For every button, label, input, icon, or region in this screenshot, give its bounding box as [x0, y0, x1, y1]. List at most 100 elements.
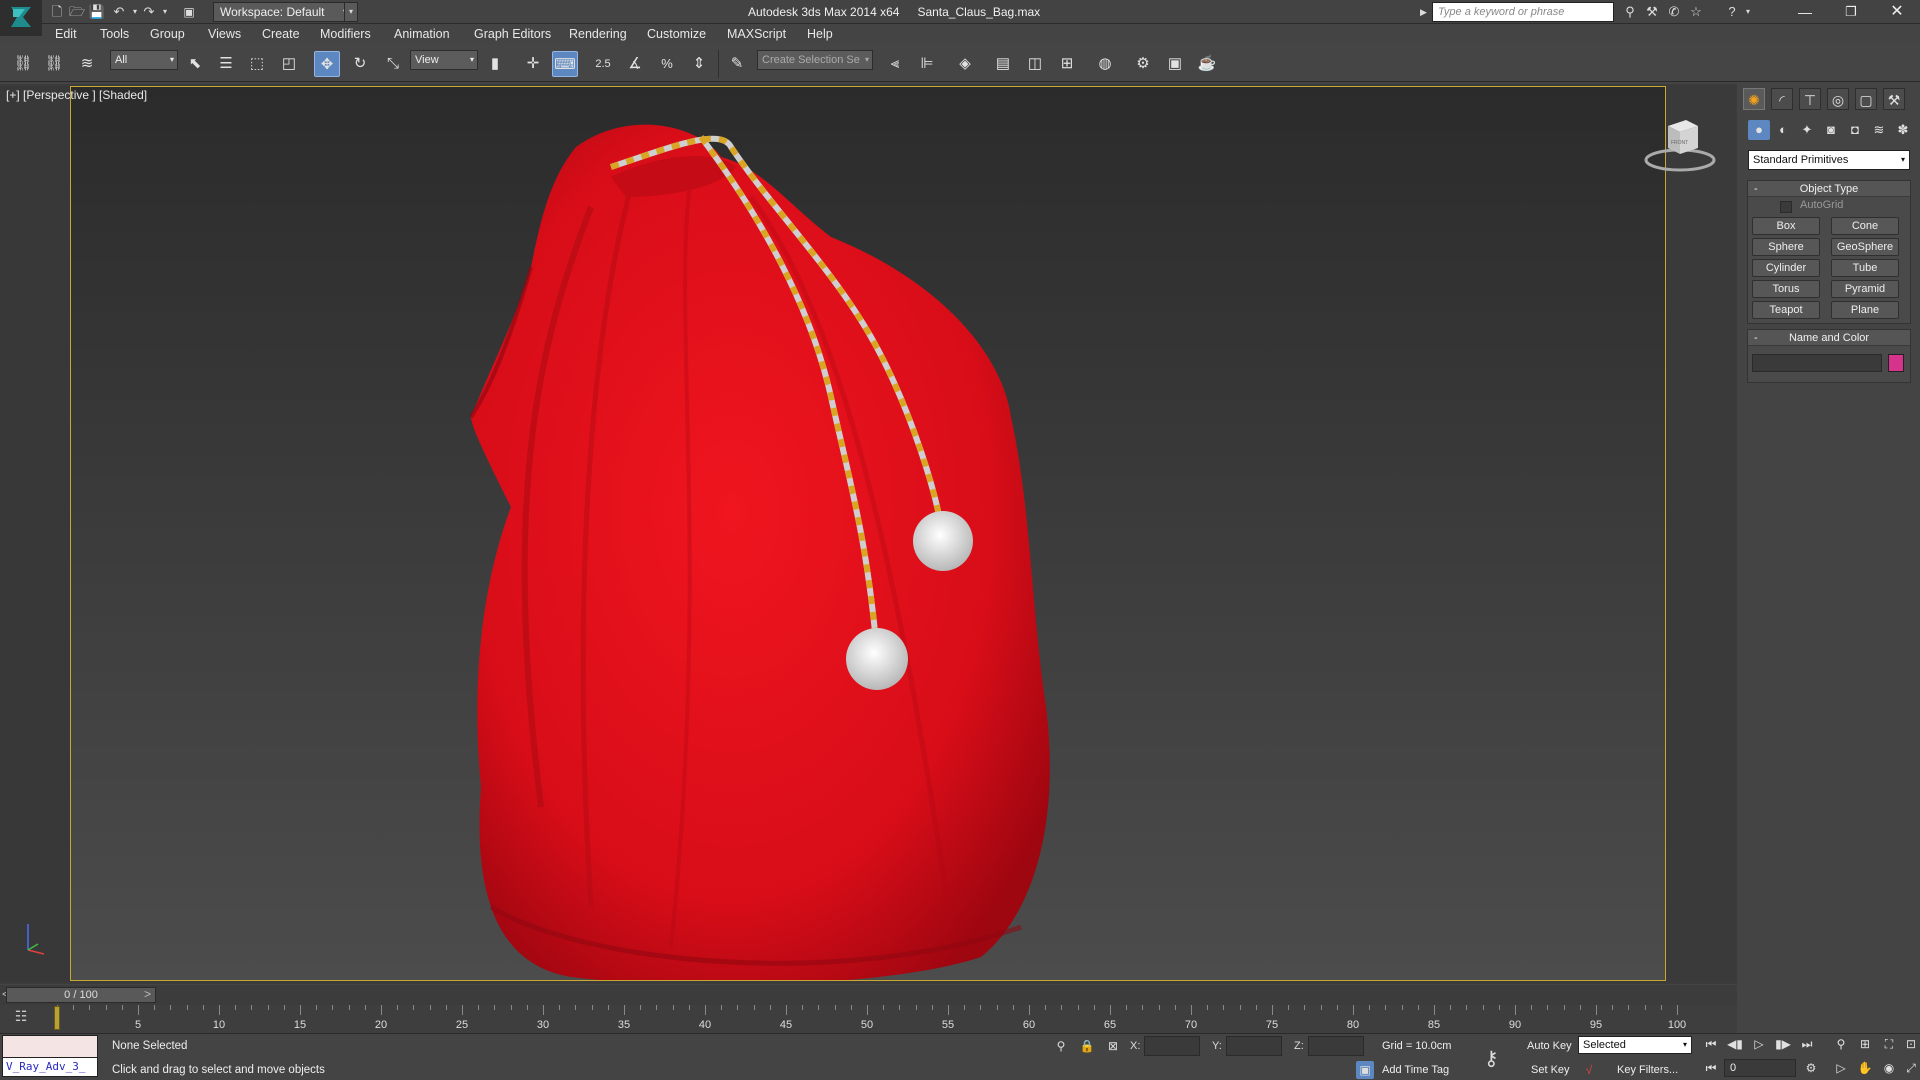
object-name-input[interactable] — [1752, 354, 1882, 372]
communication-center-icon[interactable]: ✆ — [1664, 3, 1684, 21]
named-selection-dropdown[interactable]: Create Selection Se ▾ — [757, 50, 873, 70]
display-tab-icon[interactable]: ▢ — [1855, 88, 1877, 110]
zoom-extents-icon[interactable]: ⛶ — [1878, 1034, 1900, 1054]
go-to-end-icon[interactable]: ⏭ — [1796, 1034, 1818, 1054]
help-search-input[interactable]: Type a keyword or phrase — [1432, 2, 1614, 22]
geometry-category-icon[interactable]: ● — [1748, 120, 1770, 140]
time-slider-thumb[interactable]: 0 / 100 — [6, 987, 156, 1003]
redo-dropdown-icon[interactable]: ▾ — [156, 3, 174, 21]
select-and-link-icon[interactable]: ⛓ — [10, 51, 36, 77]
zoom-icon[interactable]: ⚲ — [1830, 1034, 1852, 1054]
rendered-frame-window-icon[interactable]: ▣ — [1162, 51, 1188, 77]
menu-graph-editors[interactable]: Graph Editors — [474, 26, 551, 42]
helpers-category-icon[interactable]: ◘ — [1844, 120, 1866, 140]
select-and-manipulate-icon[interactable]: ✛ — [520, 51, 546, 77]
modify-tab-icon[interactable]: ◜ — [1771, 88, 1793, 110]
object-color-swatch[interactable] — [1888, 354, 1904, 372]
render-setup-icon[interactable]: ⚙ — [1130, 51, 1156, 77]
select-by-name-icon[interactable]: ☰ — [213, 51, 239, 77]
rectangular-selection-icon[interactable]: ⬚ — [244, 51, 270, 77]
name-and-color-rollout-header[interactable]: - Name and Color — [1748, 330, 1910, 346]
zoom-extents-all-icon[interactable]: ⊡ — [1900, 1034, 1920, 1054]
frame-ruler[interactable]: 5 10 15 20 25 30 35 40 45 50 55 60 65 70 75 80 85 90 95 100 — [57, 1005, 1737, 1033]
maximize-viewport-icon[interactable]: ⤢ — [1900, 1058, 1920, 1078]
lights-category-icon[interactable]: ✦ — [1796, 120, 1818, 140]
plane-button[interactable]: Plane — [1831, 301, 1899, 319]
schematic-view-icon[interactable]: ⊞ — [1054, 51, 1080, 77]
graphite-toolbar-icon[interactable]: ▤ — [990, 51, 1016, 77]
object-type-rollout-header[interactable]: - Object Type — [1748, 181, 1910, 197]
go-to-start-icon[interactable]: ⏮ — [1700, 1034, 1722, 1054]
menu-maxscript[interactable]: MAXScript — [727, 26, 786, 42]
save-file-icon[interactable]: 💾 — [88, 3, 106, 21]
auto-key-button[interactable]: Auto Key — [1527, 1036, 1572, 1056]
menu-views[interactable]: Views — [208, 26, 241, 42]
reference-coordinate-dropdown[interactable]: View ▾ — [410, 50, 478, 70]
pyramid-button[interactable]: Pyramid — [1831, 280, 1899, 298]
snaps-toggle-icon[interactable]: 2.5 — [590, 51, 616, 77]
project-folder-icon[interactable]: ▣ — [180, 3, 198, 21]
menu-customize[interactable]: Customize — [647, 26, 706, 42]
teapot-button[interactable]: Teapot — [1752, 301, 1820, 319]
shapes-category-icon[interactable]: ◐ — [1772, 120, 1794, 140]
tube-button[interactable]: Tube — [1831, 259, 1899, 277]
mini-curve-editor-icon[interactable]: ☷ — [8, 1008, 34, 1028]
new-file-icon[interactable]: 🗋 — [48, 3, 66, 21]
play-icon[interactable]: ▷ — [1748, 1034, 1770, 1054]
menu-rendering[interactable]: Rendering — [569, 26, 627, 42]
add-time-tag-button[interactable]: Add Time Tag — [1382, 1060, 1449, 1080]
menu-tools[interactable]: Tools — [100, 26, 129, 42]
menu-group[interactable]: Group — [150, 26, 185, 42]
absolute-mode-icon[interactable]: ⊠ — [1104, 1037, 1122, 1055]
autogrid-checkbox[interactable] — [1780, 201, 1792, 213]
box-button[interactable]: Box — [1752, 217, 1820, 235]
viewport-label-menu[interactable]: [+] [Perspective ] [Shaded] — [6, 88, 147, 102]
menu-edit[interactable]: Edit — [55, 26, 77, 42]
key-filter-curve-icon[interactable]: √ — [1580, 1061, 1598, 1079]
z-coord-input[interactable] — [1308, 1036, 1364, 1056]
app-menu-button[interactable] — [0, 0, 42, 36]
key-mode-dropdown[interactable]: Selected ▾ — [1578, 1036, 1692, 1054]
spinner-snap-icon[interactable]: ⇕ — [686, 51, 712, 77]
systems-category-icon[interactable]: ✽ — [1892, 120, 1914, 140]
workspace-dropdown[interactable]: Workspace: Default▾ — [213, 2, 351, 22]
percent-snap-icon[interactable]: % — [654, 51, 680, 77]
cameras-category-icon[interactable]: ◙ — [1820, 120, 1842, 140]
layer-manager-icon[interactable]: ◈ — [952, 51, 978, 77]
zoom-all-icon[interactable]: ⊞ — [1854, 1034, 1876, 1054]
sphere-button[interactable]: Sphere — [1752, 238, 1820, 256]
hierarchy-tab-icon[interactable]: ⊤ — [1799, 88, 1821, 110]
utilities-tab-icon[interactable]: ⚒ — [1883, 88, 1905, 110]
window-crossing-icon[interactable]: ◰ — [276, 51, 302, 77]
help-dropdown-icon[interactable]: ▾ — [1738, 3, 1758, 21]
subscription-icon[interactable]: ⚒ — [1642, 3, 1662, 21]
perspective-viewport[interactable] — [70, 86, 1666, 981]
time-configuration-icon[interactable]: ⚙ — [1800, 1058, 1822, 1078]
selection-filter-dropdown[interactable]: All ▾ — [110, 50, 178, 70]
binoculars-icon[interactable]: ⚲ — [1620, 3, 1640, 21]
select-object-icon[interactable]: ⬉ — [182, 51, 208, 77]
orbit-icon[interactable]: ◉ — [1878, 1058, 1900, 1078]
current-frame-input[interactable]: 0 — [1724, 1059, 1796, 1077]
key-mode-toggle-icon[interactable]: ⏮ — [1700, 1058, 1722, 1078]
selection-lock-icon[interactable]: 🔒 — [1078, 1037, 1096, 1055]
search-expand-icon[interactable]: ▶ — [1420, 3, 1430, 21]
favorites-star-icon[interactable]: ☆ — [1686, 3, 1706, 21]
close-window-button[interactable]: ✕ — [1874, 0, 1920, 24]
current-frame-marker[interactable] — [54, 1006, 60, 1030]
render-production-icon[interactable]: ☕ — [1194, 51, 1220, 77]
bind-to-space-warp-icon[interactable]: ≋ — [74, 51, 100, 77]
set-key-icon[interactable]: ⚷ — [1484, 1046, 1518, 1070]
object-category-dropdown[interactable]: Standard Primitives ▾ — [1748, 150, 1910, 170]
use-pivot-point-center-icon[interactable]: ▮ — [482, 51, 508, 77]
viewcube[interactable]: FRONT — [1640, 116, 1720, 179]
select-and-move-icon[interactable]: ✥ — [314, 51, 340, 77]
y-coord-input[interactable] — [1226, 1036, 1282, 1056]
curve-editor-icon[interactable]: ◫ — [1022, 51, 1048, 77]
open-file-icon[interactable]: 🗁 — [68, 3, 86, 21]
menu-modifiers[interactable]: Modifiers — [320, 26, 371, 42]
select-and-rotate-icon[interactable]: ↻ — [347, 51, 373, 77]
keyboard-shortcut-override-icon[interactable]: ⌨ — [552, 51, 578, 77]
time-slider-next-icon[interactable]: > — [144, 987, 151, 1001]
time-tag-icon[interactable]: ▣ — [1356, 1061, 1374, 1079]
